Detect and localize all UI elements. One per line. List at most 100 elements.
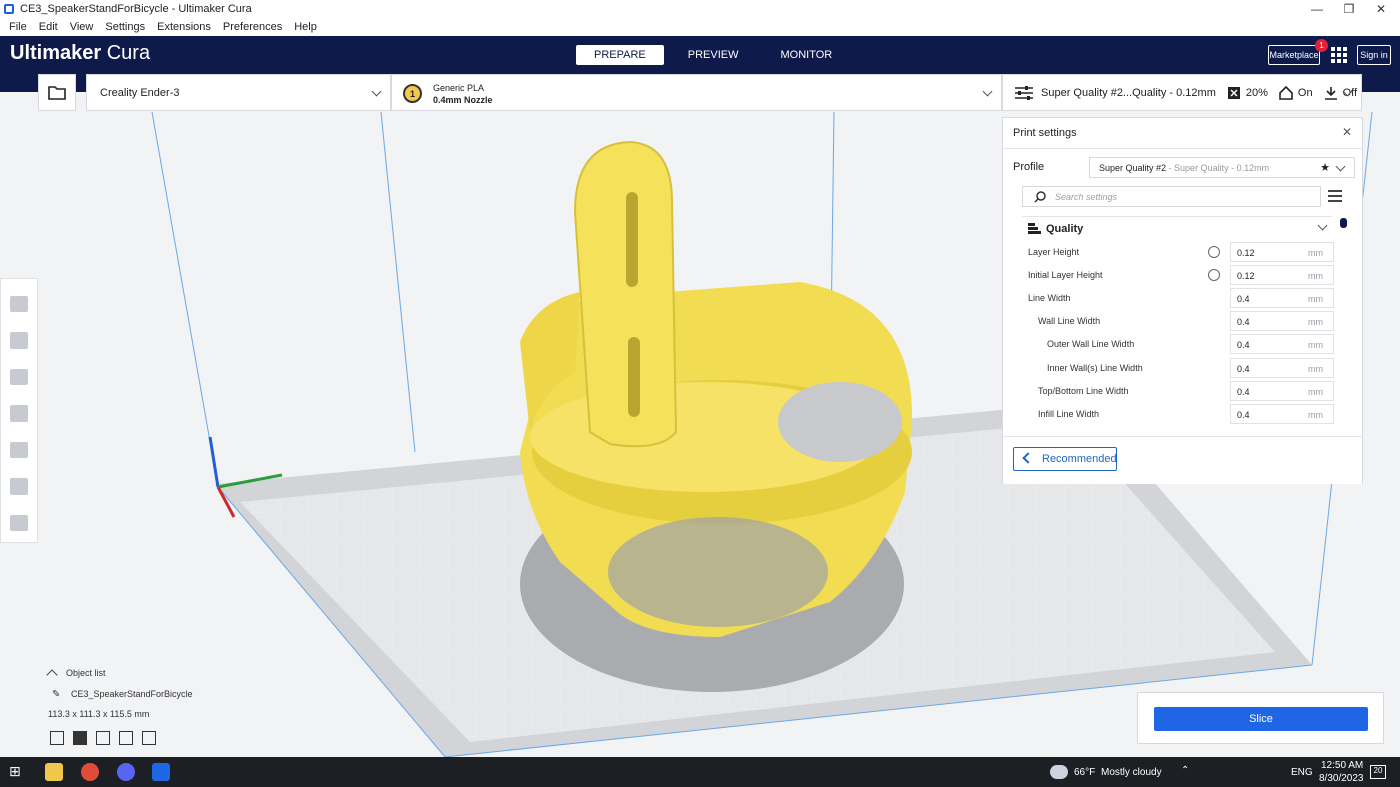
- marketplace-button[interactable]: Marketplace: [1268, 45, 1320, 65]
- outer-wall-line-width-input[interactable]: 0.4 mm: [1230, 334, 1334, 354]
- menu-settings[interactable]: Settings: [105, 21, 145, 33]
- right-view-icon[interactable]: [142, 731, 156, 745]
- star-icon[interactable]: ★: [1320, 161, 1330, 174]
- z-axis: [208, 436, 220, 488]
- object-dimensions: 113.3 x 111.3 x 115.5 mm: [48, 709, 150, 719]
- mirror-icon[interactable]: [10, 405, 28, 422]
- inner-wall-line-width-input[interactable]: 0.4 mm: [1230, 358, 1334, 378]
- weather-desc[interactable]: Mostly cloudy: [1101, 767, 1162, 778]
- discord-icon[interactable]: [117, 763, 135, 781]
- brand-logo: Ultimaker Cura: [10, 42, 151, 64]
- left-view-icon[interactable]: [119, 731, 133, 745]
- edit-icon[interactable]: ✎: [52, 689, 60, 700]
- menu-file[interactable]: File: [9, 21, 27, 33]
- link-icon[interactable]: [1205, 243, 1223, 261]
- infill-value: 20%: [1245, 86, 1268, 99]
- setting-initial-layer-height: Initial Layer Height 0.12 mm: [1028, 265, 1338, 285]
- rotate-icon[interactable]: [10, 368, 28, 386]
- initial-layer-height-input[interactable]: 0.12 mm: [1230, 265, 1334, 285]
- layer-height-input[interactable]: 0.12 mm: [1230, 242, 1334, 262]
- menu-extensions[interactable]: Extensions: [157, 21, 211, 33]
- chevron-up-icon[interactable]: ⌃: [1181, 765, 1189, 776]
- slice-panel: Slice: [1137, 692, 1384, 744]
- app-header: Ultimaker Cura PREPARE PREVIEW MONITOR M…: [0, 36, 1400, 74]
- language-indicator[interactable]: ENG: [1291, 767, 1313, 778]
- recommended-button[interactable]: Recommended: [1013, 447, 1117, 471]
- tab-monitor[interactable]: MONITOR: [763, 45, 851, 65]
- search-settings-input[interactable]: Search settings: [1022, 186, 1321, 207]
- panel-footer: Recommended: [1003, 436, 1362, 484]
- view-buttons: [50, 731, 156, 745]
- windows-taskbar: ⊞ 66°F Mostly cloudy ⌃ ENG 12:50 AM 8/30…: [0, 757, 1400, 787]
- search-icon: [1034, 191, 1046, 203]
- menu-edit[interactable]: Edit: [39, 21, 58, 33]
- menu-view[interactable]: View: [70, 21, 94, 33]
- support-blocker-icon[interactable]: [10, 478, 28, 495]
- section-quality[interactable]: Quality: [1022, 216, 1332, 240]
- weather-temp[interactable]: 66°F: [1074, 767, 1095, 778]
- scrollbar-handle[interactable]: [1340, 218, 1347, 228]
- chevron-down-icon: [982, 86, 993, 97]
- sign-in-button[interactable]: Sign in: [1357, 45, 1391, 65]
- apps-grid-icon[interactable]: [1331, 47, 1347, 63]
- model-speaker-stand[interactable]: [520, 140, 913, 637]
- menu-help[interactable]: Help: [294, 21, 317, 33]
- printer-name: Creality Ender-3: [100, 86, 180, 99]
- setting-outer-wall-line-width: Outer Wall Line Width 0.4 mm: [1028, 334, 1338, 354]
- link-icon[interactable]: [1205, 266, 1223, 284]
- extruder-number-icon: 1: [403, 84, 422, 103]
- close-icon[interactable]: ✕: [1342, 125, 1352, 139]
- print-settings-selector[interactable]: Super Quality #2...Quality - 0.12mm 20% …: [1002, 74, 1362, 111]
- windows-start-icon[interactable]: ⊞: [9, 763, 27, 781]
- 3d-view-icon[interactable]: [50, 731, 64, 745]
- menu-bar: File Edit View Settings Extensions Prefe…: [0, 17, 1400, 36]
- per-model-settings-icon[interactable]: [10, 441, 28, 459]
- setting-line-width: Line Width 0.4 mm: [1028, 288, 1338, 308]
- scale-icon[interactable]: [10, 332, 28, 349]
- line-width-input[interactable]: 0.4 mm: [1230, 288, 1334, 308]
- minimize-icon[interactable]: —: [1300, 0, 1334, 17]
- setting-infill-line-width: Infill Line Width 0.4 mm: [1028, 404, 1338, 424]
- move-icon[interactable]: [10, 296, 28, 313]
- clock-time[interactable]: 12:50 AM: [1321, 760, 1363, 771]
- tab-preview[interactable]: PREVIEW: [670, 45, 757, 65]
- top-view-icon[interactable]: [96, 731, 110, 745]
- stage-tabs: PREPARE PREVIEW MONITOR: [576, 45, 856, 65]
- setting-wall-line-width: Wall Line Width 0.4 mm: [1028, 311, 1338, 331]
- cura-taskbar-icon[interactable]: [152, 763, 170, 781]
- infill-line-width-input[interactable]: 0.4 mm: [1230, 404, 1334, 424]
- profile-dropdown[interactable]: Super Quality #2 - Super Quality - 0.12m…: [1089, 157, 1355, 178]
- front-view-icon[interactable]: [73, 731, 87, 745]
- profile-summary: Super Quality #2...Quality - 0.12mm: [1041, 86, 1216, 99]
- menu-preferences[interactable]: Preferences: [223, 21, 282, 33]
- wall-line-width-input[interactable]: 0.4 mm: [1230, 311, 1334, 331]
- folder-icon: [48, 86, 66, 100]
- setting-inner-wall-line-width: Inner Wall(s) Line Width 0.4 mm: [1028, 358, 1338, 378]
- nozzle-size: 0.4mm Nozzle: [433, 95, 493, 105]
- restore-icon[interactable]: ❐: [1332, 0, 1366, 17]
- close-window-icon[interactable]: ✕: [1364, 0, 1398, 17]
- profile-label: Profile: [1013, 161, 1045, 173]
- cura-app-icon: [4, 3, 14, 14]
- printer-selector[interactable]: Creality Ender-3: [86, 74, 391, 111]
- marketplace-badge: 1: [1315, 39, 1328, 52]
- clock-date[interactable]: 8/30/2023: [1319, 773, 1364, 784]
- settings-menu-icon[interactable]: [1328, 190, 1342, 202]
- material-selector[interactable]: 1 Generic PLA 0.4mm Nozzle: [391, 74, 1002, 111]
- object-name[interactable]: CE3_SpeakerStandForBicycle: [71, 689, 193, 699]
- top-bottom-line-width-input[interactable]: 0.4 mm: [1230, 381, 1334, 401]
- tab-prepare[interactable]: PREPARE: [576, 45, 664, 65]
- chrome-icon[interactable]: [81, 763, 99, 781]
- support-value: On: [1297, 86, 1313, 99]
- chevron-down-icon: [371, 86, 382, 97]
- object-list-title[interactable]: Object list: [66, 668, 106, 678]
- panel-title: Print settings: [1013, 127, 1077, 139]
- slice-button[interactable]: Slice: [1154, 707, 1368, 731]
- open-file-button[interactable]: [38, 74, 76, 111]
- custom-supports-icon[interactable]: [10, 514, 28, 531]
- notification-icon[interactable]: 20: [1370, 765, 1386, 779]
- file-explorer-icon[interactable]: [45, 763, 63, 781]
- title-bar: CE3_SpeakerStandForBicycle - Ultimaker C…: [0, 0, 1400, 17]
- weather-icon: [1050, 765, 1068, 779]
- support-icon: [1279, 85, 1293, 100]
